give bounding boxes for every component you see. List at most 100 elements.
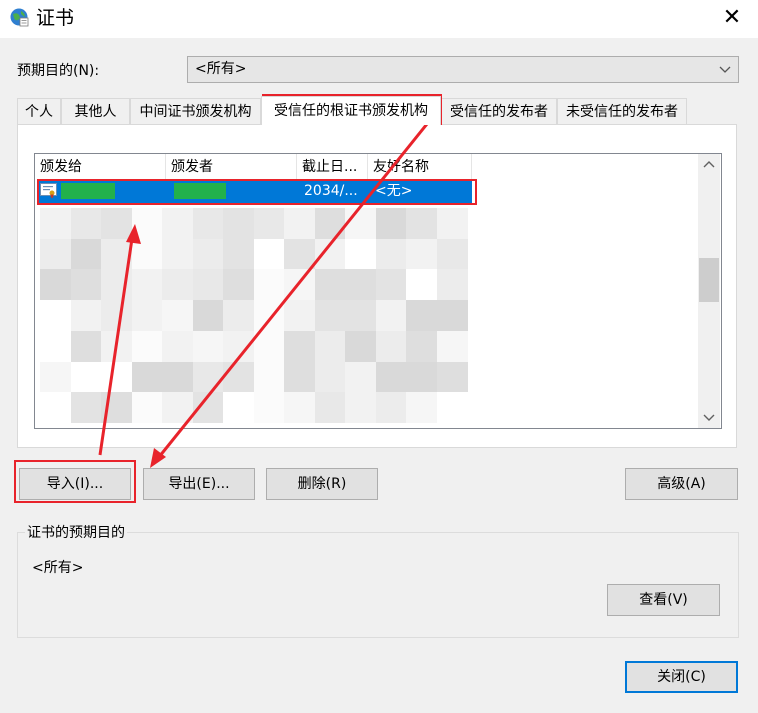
close-icon[interactable]: ✕ [719,4,745,32]
redacted-block [314,361,346,393]
column-friendly-name[interactable]: 友好名称 [368,154,472,179]
redacted-block [253,330,285,362]
redacted-block [345,238,376,270]
redacted-block [101,208,132,239]
tab-intermediate-ca[interactable]: 中间证书颁发机构 [130,98,261,125]
redacted-block [375,238,407,270]
redacted-block [345,208,376,239]
redacted-block [70,330,102,362]
redacted-block [223,300,254,332]
redacted-block [131,300,163,332]
redacted-block [40,361,71,393]
tab-trusted-root-ca[interactable]: 受信任的根证书颁发机构 [261,96,441,125]
scroll-thumb[interactable] [699,258,719,302]
redacted-block [345,392,376,424]
redacted-block [101,392,132,424]
redacted-block [253,392,285,424]
redacted-block [436,208,468,239]
purpose-dropdown[interactable]: <所有> [187,56,739,83]
export-button[interactable]: 导出(E)... [143,468,255,500]
redacted-block [314,300,346,332]
redacted-block [406,392,437,424]
redacted-block [162,300,193,332]
redacted-block [314,269,346,301]
tab-untrusted-publishers[interactable]: 未受信任的发布者 [557,98,687,125]
redacted-block [345,361,376,393]
redacted-block [101,361,132,393]
list-scrollbar[interactable] [698,154,720,428]
redacted-block [40,269,71,301]
purpose-label: 预期目的(N): [17,63,100,79]
list-header: 颁发给 颁发者 截止日... 友好名称 [35,154,721,179]
redacted-block [192,330,224,362]
redacted-block [40,208,71,239]
redacted-block [253,208,285,239]
redacted-block [253,300,285,332]
redacted-block [40,300,71,332]
redacted-block [223,208,254,239]
redacted-block [253,238,285,270]
scroll-up-icon[interactable] [698,154,720,176]
redacted-block [70,269,102,301]
redacted-block [192,269,224,301]
certificate-globe-icon [10,8,29,27]
tab-other-people[interactable]: 其他人 [61,98,130,125]
redacted-block [284,330,315,362]
window-title: 证书 [36,7,75,29]
redacted-block [70,208,102,239]
chevron-down-icon [719,66,731,73]
redacted-block [375,269,407,301]
redacted-block [101,300,132,332]
redacted-block [314,330,346,362]
tab-trusted-publishers[interactable]: 受信任的发布者 [441,98,557,125]
redacted-block [436,238,468,270]
redacted-block [406,269,437,301]
redacted-block [131,238,163,270]
advanced-button[interactable]: 高级(A) [625,468,738,500]
redacted-block [436,330,468,362]
purpose-dropdown-value: <所有> [195,61,247,77]
remove-button[interactable]: 删除(R) [266,468,378,500]
redacted-block [162,269,193,301]
intended-purposes-value: <所有> [32,560,84,576]
redacted-block [314,238,346,270]
redacted-block [284,238,315,270]
redacted-block [406,330,437,362]
scroll-down-icon[interactable] [698,406,720,428]
redacted-block [131,392,163,424]
redacted-block [406,300,437,332]
redacted-block [284,300,315,332]
annotation-box-import-button [14,460,136,503]
redacted-block [406,208,437,239]
close-button[interactable]: 关闭(C) [625,661,738,693]
redacted-block [284,208,315,239]
redacted-block [192,392,224,424]
redacted-block [192,238,224,270]
intended-purposes-title: 证书的预期目的 [25,523,127,543]
redacted-block [192,361,224,393]
redacted-block [162,361,193,393]
column-expiration[interactable]: 截止日... [297,154,368,179]
column-issued-by[interactable]: 颁发者 [166,154,297,179]
redacted-block [192,300,224,332]
redacted-block [70,392,102,424]
redacted-block [284,392,315,424]
redacted-block [253,269,285,301]
view-button[interactable]: 查看(V) [607,584,720,616]
redacted-block [131,330,163,362]
redacted-block [70,300,102,332]
redacted-block [223,361,254,393]
tab-personal[interactable]: 个人 [17,98,61,125]
redacted-block [436,392,468,424]
redacted-block [345,330,376,362]
redacted-block [406,238,437,270]
redacted-block [314,392,346,424]
column-issued-to[interactable]: 颁发给 [35,154,166,179]
redacted-block [436,269,468,301]
title-bar [0,0,758,38]
redacted-block [375,300,407,332]
redacted-block [131,361,163,393]
redacted-block [162,238,193,270]
redacted-block [70,361,102,393]
redacted-block [223,238,254,270]
